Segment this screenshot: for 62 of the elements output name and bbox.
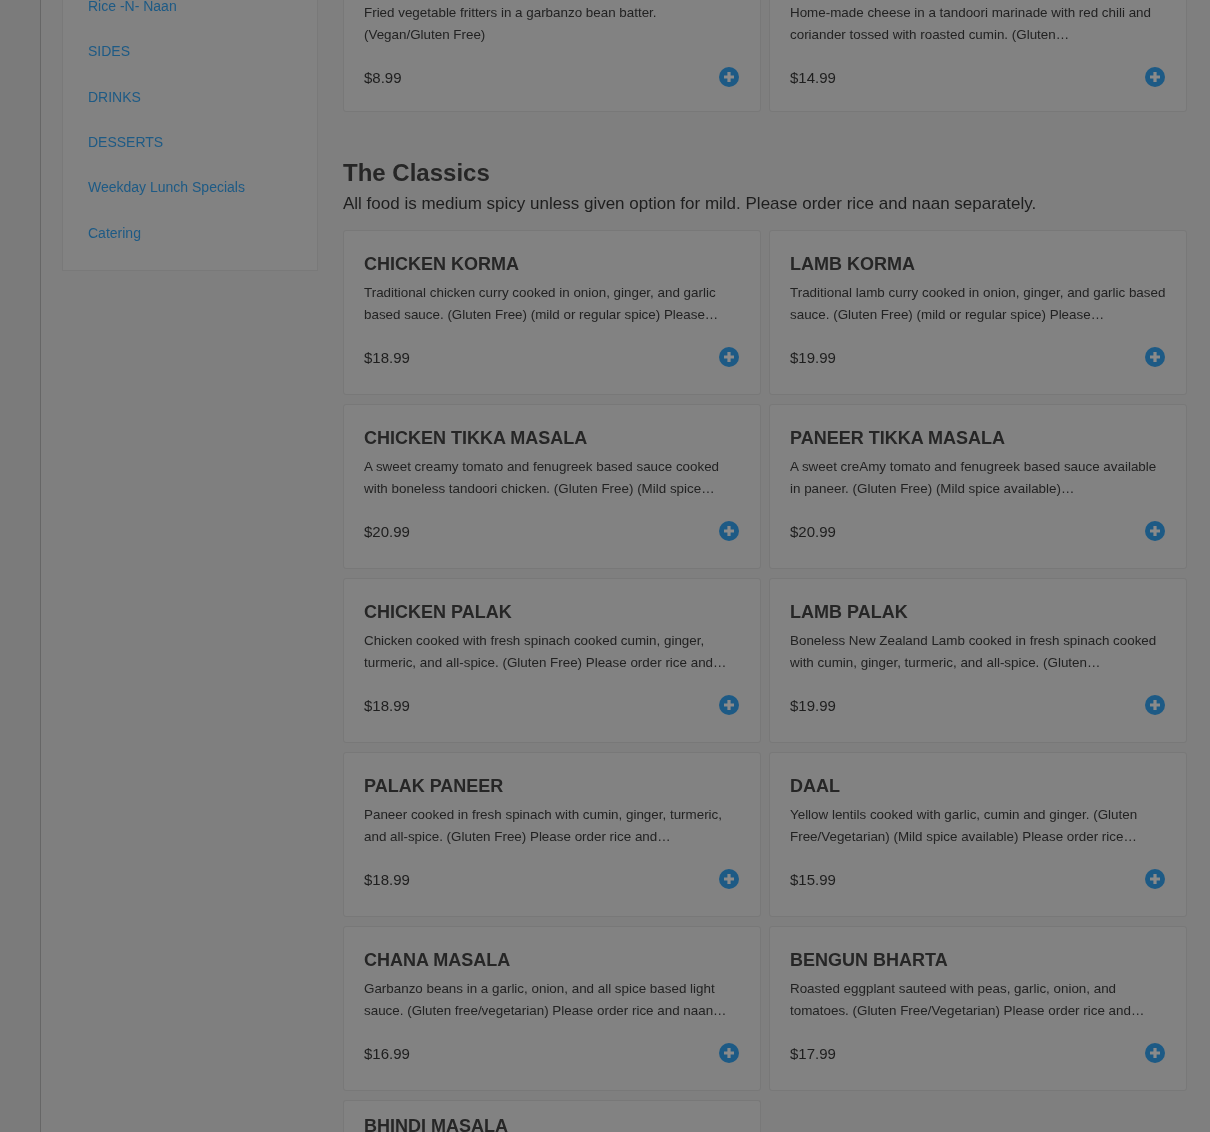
add-icon[interactable] [1145,695,1165,715]
menu-card[interactable]: DAAL Yellow lentils cooked with garlic, cumin and ginger. (Gluten Free/Vegetarian) (Mild spice available) Please order rice… $15.99 [769,752,1187,917]
item-name: BHINDI MASALA [364,1115,509,1132]
menu-card[interactable]: CHICKEN PALAK Chicken cooked with fresh spinach cooked cumin, ginger, turmeric, and all-spice. (Gluten Free) Please order rice and… $18.99 [343,578,761,743]
item-description: Chicken cooked with fresh spinach cooked cumin, ginger, turmeric, and all-spice. (Gluten Free) Please order rice and… [364,632,728,672]
item-name: LAMB KORMA [790,253,916,275]
item-description: Fried vegetable fritters in a garbanzo bean batter. (Vegan/Gluten Free) [364,4,658,44]
item-price: $18.99 [364,348,410,366]
item-name: PANEER TIKKA MASALA [790,427,1006,449]
item-price: $17.99 [790,1044,836,1062]
menu-card[interactable]: PANEER TIKKA MASALA A sweet creAmy tomato and fenugreek based sauce available in paneer. (Gluten Free) (Mild spice available)… $20.99 [769,404,1187,569]
menu-card[interactable]: Home-made cheese in a tandoori marinade with red chili and coriander tossed with roasted cumin. (Gluten… $14.99 [769,0,1187,112]
item-description: Garbanzo beans in a garlic, onion, and all spice based light sauce. (Gluten free/vegetarian) Please order rice and naan… [364,980,728,1020]
add-icon[interactable] [1145,869,1165,889]
add-icon[interactable] [719,67,739,87]
menu-card[interactable]: Fried vegetable fritters in a garbanzo bean batter. (Vegan/Gluten Free) $8.99 [343,0,761,112]
item-name: LAMB PALAK [790,601,909,623]
item-description: Roasted eggplant sauteed with peas, garlic, onion, and tomatoes. (Gluten Free/Vegetarian) Please order rice and… [790,980,1146,1020]
add-icon[interactable] [719,1043,739,1063]
add-icon[interactable] [719,347,739,367]
section-title: The Classics [343,159,491,187]
add-icon[interactable] [1145,521,1165,541]
menu-card[interactable]: LAMB PALAK Boneless New Zealand Lamb cooked in fresh spinach cooked with cumin, ginger, turmeric, and all-spice. (Gluten… $19.99 [769,578,1187,743]
section-subtitle: All food is medium spicy unless given option for mild. Please order rice and naan separately. [343,193,1038,215]
menu-card[interactable]: CHICKEN TIKKA MASALA A sweet creamy tomato and fenugreek based sauce cooked with boneless tandoori chicken. (Gluten Free) (Mild spice… $20.99 [343,404,761,569]
item-description: Paneer cooked in fresh spinach with cumin, ginger, turmeric, and all-spice. (Gluten Free) Please order rice and… [364,806,723,846]
item-name: BENGUN BHARTA [790,949,949,971]
item-price: $16.99 [364,1044,410,1062]
item-price: $19.99 [790,348,836,366]
menu-card[interactable]: PALAK PANEER Paneer cooked in fresh spinach with cumin, ginger, turmeric, and all-spice. (Gluten Free) Please order rice and… $18.99 [343,752,761,917]
add-icon[interactable] [1145,347,1165,367]
item-description: Boneless New Zealand Lamb cooked in fresh spinach cooked with cumin, ginger, turmeric, and all-spice. (Gluten… [790,632,1158,672]
item-description: A sweet creAmy tomato and fenugreek based sauce available in paneer. (Gluten Free) (Mild spice available)… [790,458,1158,498]
item-price: $15.99 [790,870,836,888]
add-icon[interactable] [1145,67,1165,87]
item-name: CHICKEN KORMA [364,253,520,275]
item-name: CHANA MASALA [364,949,512,971]
add-icon[interactable] [719,695,739,715]
item-name: DAAL [790,775,841,797]
item-name: PALAK PANEER [364,775,505,797]
item-price: $8.99 [364,68,402,86]
add-icon[interactable] [1145,1043,1165,1063]
add-icon[interactable] [719,869,739,889]
menu-card[interactable]: BENGUN BHARTA Roasted eggplant sauteed with peas, garlic, onion, and tomatoes. (Gluten Free/Vegetarian) Please order rice and… $17.99 [769,926,1187,1091]
item-name: CHICKEN TIKKA MASALA [364,427,589,449]
item-price: $20.99 [364,522,410,540]
menu-card[interactable]: LAMB KORMA Traditional lamb curry cooked in onion, ginger, and garlic based sauce. (Gluten Free) (mild or regular spice) Please… $19.99 [769,230,1187,395]
item-description: Home-made cheese in a tandoori marinade with red chili and coriander tossed with roasted cumin. (Gluten… [790,4,1152,44]
item-price: $18.99 [364,696,410,714]
item-price: $20.99 [790,522,836,540]
item-description: Traditional chicken curry cooked in onion, ginger, and garlic based sauce. (Gluten Free) (mild or regular spice) Please… [364,284,720,324]
item-description: A sweet creamy tomato and fenugreek based sauce cooked with boneless tandoori chicken. (Gluten Free) (Mild spice… [364,458,721,498]
add-icon[interactable] [719,521,739,541]
item-price: $19.99 [790,696,836,714]
item-price: $14.99 [790,68,836,86]
item-description: Yellow lentils cooked with garlic, cumin and ginger. (Gluten Free/Vegetarian) (Mild spice available) Please order rice… [790,806,1139,846]
menu-card[interactable]: CHICKEN KORMA Traditional chicken curry cooked in onion, ginger, and garlic based sauce. (Gluten Free) (mild or regular spice) Please… $18.99 [343,230,761,395]
item-name: CHICKEN PALAK [364,601,513,623]
item-description: Traditional lamb curry cooked in onion, ginger, and garlic based sauce. (Gluten Free) (mild or regular spice) Please… [790,284,1166,324]
menu-card[interactable]: CHANA MASALA Garbanzo beans in a garlic, onion, and all spice based light sauce. (Gluten free/vegetarian) Please order rice and naan… $16.99 [343,926,761,1091]
item-price: $18.99 [364,870,410,888]
menu-card[interactable]: BHINDI MASALA [343,1100,761,1132]
